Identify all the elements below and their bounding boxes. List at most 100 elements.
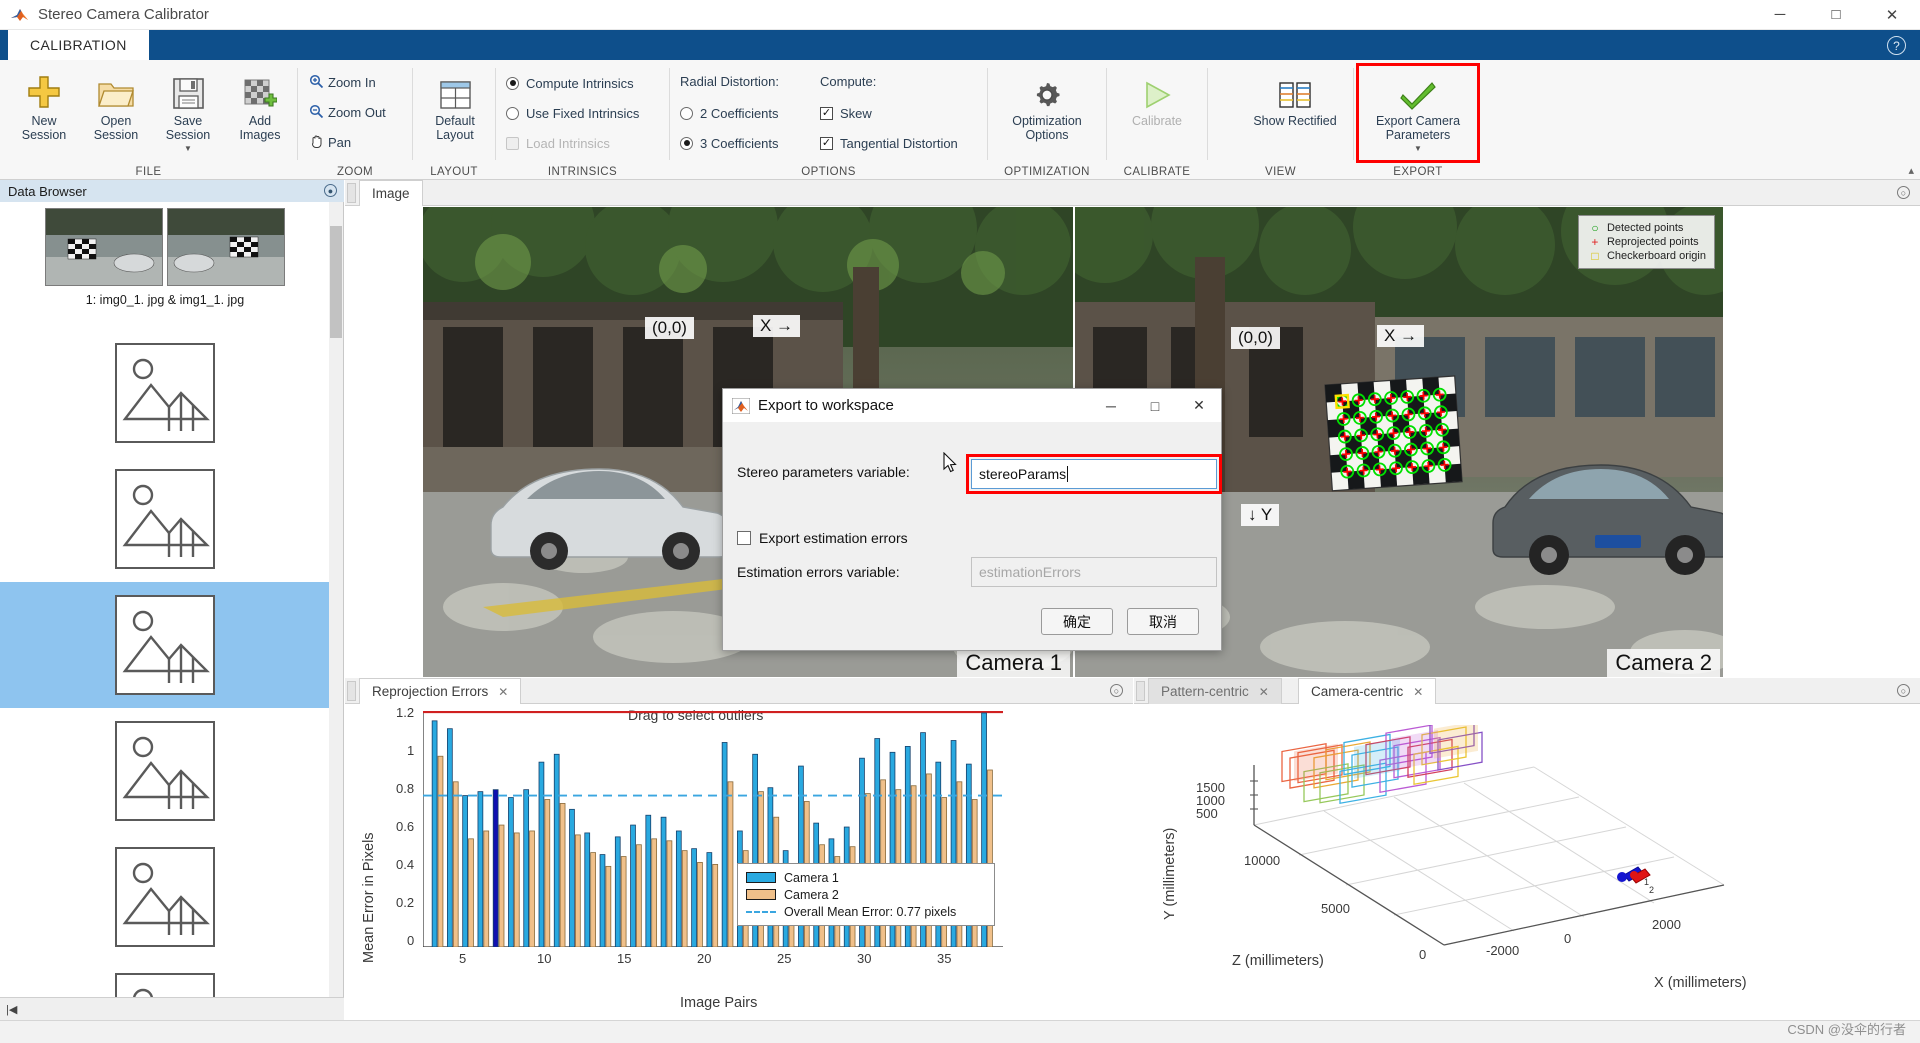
compute-intrinsics-radio[interactable]: Compute Intrinsics <box>506 72 634 94</box>
ok-button[interactable]: 确定 <box>1041 608 1113 635</box>
ribbon-tab-strip: CALIBRATION ? <box>0 30 1920 60</box>
placeholder-thumbnail <box>115 847 215 947</box>
placeholder-thumbnail <box>115 721 215 821</box>
xtick-label: 35 <box>937 951 952 966</box>
open-session-button[interactable]: Open Session <box>76 66 156 158</box>
default-layout-button[interactable]: Default Layout <box>415 66 495 158</box>
show-rectified-label: Show Rectified <box>1253 114 1337 128</box>
legend-row: □ Checkerboard origin <box>1587 249 1706 263</box>
close-icon[interactable]: ✕ <box>1259 685 1269 699</box>
camera1-swatch-icon <box>746 872 776 883</box>
image-panel-options-icon[interactable]: ○ <box>1897 186 1910 199</box>
tab-reprojection-errors-label: Reprojection Errors <box>372 684 489 699</box>
minimize-button[interactable]: ─ <box>1752 0 1808 30</box>
tab-camera-centric-label: Camera-centric <box>1311 684 1404 699</box>
radial-3-coefficients-radio[interactable]: 3 Coefficients <box>680 132 779 154</box>
skew-label: Skew <box>840 105 872 121</box>
radio-indicator-icon <box>680 136 693 150</box>
zoom-in-button[interactable]: Zoom In <box>304 70 384 95</box>
mean-line-icon <box>746 910 776 913</box>
legend-row: + Reprojected points <box>1587 235 1706 249</box>
dialog-minimize-button[interactable]: ─ <box>1089 389 1133 422</box>
matlab-logo-icon <box>731 397 751 414</box>
optimization-options-button[interactable]: Optimization Options <box>1007 66 1087 158</box>
tab-pattern-centric[interactable]: Pattern-centric ✕ <box>1148 678 1282 704</box>
tab-drag-handle[interactable] <box>1136 681 1145 701</box>
data-browser-list[interactable]: 1: img0_1. jpg & img1_1. jpg <box>0 202 330 1020</box>
origin-marker-right: (0,0) <box>1231 327 1280 349</box>
zoom-in-label: Zoom In <box>328 75 376 90</box>
stereo-params-input[interactable]: stereoParams <box>971 459 1217 489</box>
dialog-close-button[interactable]: ✕ <box>1177 389 1221 422</box>
pin-circle-icon[interactable]: ● <box>324 184 337 197</box>
list-item[interactable] <box>0 834 330 960</box>
tab-calibration[interactable]: CALIBRATION <box>8 30 149 60</box>
ribbon-group-layout: Default Layout LAYOUT <box>413 60 495 180</box>
tab-camera-centric[interactable]: Camera-centric ✕ <box>1298 678 1437 704</box>
add-images-button[interactable]: Add Images <box>220 66 300 158</box>
use-fixed-intrinsics-label: Use Fixed Intrinsics <box>526 105 640 121</box>
close-icon[interactable]: ✕ <box>498 685 508 699</box>
extrinsics-panel-options-icon[interactable]: ○ <box>1897 684 1910 697</box>
group-title-file: FILE <box>135 166 162 178</box>
export-camera-parameters-button[interactable]: Export Camera Parameters ▼ <box>1362 66 1474 158</box>
list-item[interactable] <box>0 582 330 708</box>
tab-drag-handle[interactable] <box>347 681 356 701</box>
export-estimation-errors-checkbox[interactable]: Export estimation errors <box>737 530 908 546</box>
group-title-zoom: ZOOM <box>336 166 374 178</box>
pan-button[interactable]: Pan <box>304 130 359 155</box>
estimation-errors-input[interactable]: estimationErrors <box>971 557 1217 587</box>
camera-centric-plot[interactable]: Y (millimeters) X (millimeters) Z (milli… <box>1134 705 1920 1020</box>
use-fixed-intrinsics-radio[interactable]: Use Fixed Intrinsics <box>506 102 639 124</box>
radial-2-coefficients-radio[interactable]: 2 Coefficients <box>680 102 779 124</box>
group-title-export: EXPORT <box>1393 166 1443 178</box>
xtick-label: 30 <box>857 951 872 966</box>
radial-3-label: 3 Coefficients <box>700 135 779 151</box>
tab-drag-handle[interactable] <box>347 183 356 203</box>
data-browser-scrollbar[interactable] <box>329 202 343 1020</box>
origin-marker-left: (0,0) <box>645 317 694 339</box>
dialog-title-bar: Export to workspace ─ □ ✕ <box>723 389 1221 422</box>
tangential-distortion-checkbox[interactable]: ✓ Tangential Distortion <box>820 132 958 154</box>
zoom-out-label: Zoom Out <box>328 105 386 120</box>
skew-checkbox[interactable]: ✓ Skew <box>820 102 872 124</box>
checkerboard-origin-icon: □ <box>1591 249 1599 263</box>
chevron-down-icon[interactable]: ▼ <box>184 142 192 156</box>
list-item[interactable] <box>0 330 330 456</box>
zoom-out-button[interactable]: Zoom Out <box>304 100 394 125</box>
ribbon-collapse-icon[interactable]: ▴ <box>1908 164 1914 177</box>
ribbon-group-options: Radial Distortion: 2 Coefficients 3 Coef… <box>670 60 987 180</box>
cancel-button[interactable]: 取消 <box>1127 608 1199 635</box>
help-icon[interactable]: ? <box>1887 36 1906 55</box>
save-session-button[interactable]: Save Session ▼ <box>148 66 228 158</box>
dialog-maximize-button[interactable]: □ <box>1133 389 1177 422</box>
list-item[interactable] <box>0 708 330 834</box>
compute-intrinsics-label: Compute Intrinsics <box>526 75 634 91</box>
chevron-down-icon[interactable]: ▼ <box>1414 142 1422 156</box>
reprojection-panel-options-icon[interactable]: ○ <box>1110 684 1123 697</box>
optimization-options-label: Optimization Options <box>1012 114 1082 142</box>
list-item[interactable]: 1: img0_1. jpg & img1_1. jpg <box>0 202 330 330</box>
first-frame-icon[interactable]: |◀ <box>6 1003 17 1016</box>
xtick-label: 5 <box>459 951 467 966</box>
list-item[interactable] <box>0 456 330 582</box>
new-session-button[interactable]: New Session <box>4 66 84 158</box>
scrollbar-thumb[interactable] <box>330 226 342 338</box>
calibrate-label: Calibrate <box>1131 114 1183 128</box>
show-rectified-button[interactable]: Show Rectified <box>1240 66 1350 158</box>
tab-reprojection-errors[interactable]: Reprojection Errors ✕ <box>359 678 522 704</box>
xtick-label: 15 <box>617 951 632 966</box>
close-icon[interactable]: ✕ <box>1413 685 1423 699</box>
close-button[interactable]: ✕ <box>1864 0 1920 30</box>
stereo-params-value: stereoParams <box>979 466 1067 482</box>
checkbox-icon <box>737 531 751 545</box>
reprojection-errors-chart[interactable]: Mean Error in Pixels Image Pairs Drag to… <box>345 705 1133 1020</box>
reprojection-errors-panel: Reprojection Errors ✕ ○ Mean Error in Pi… <box>345 678 1133 1020</box>
tab-image[interactable]: Image <box>359 180 423 206</box>
gear-icon <box>1032 66 1062 110</box>
ribbon-group-calibrate: Calibrate CALIBRATE <box>1107 60 1207 180</box>
ribbon-group-intrinsics: Compute Intrinsics Use Fixed Intrinsics … <box>496 60 669 180</box>
maximize-button[interactable]: □ <box>1808 0 1864 30</box>
camera2-swatch-icon <box>746 889 776 900</box>
list-item-label: 1: img0_1. jpg & img1_1. jpg <box>85 293 245 307</box>
